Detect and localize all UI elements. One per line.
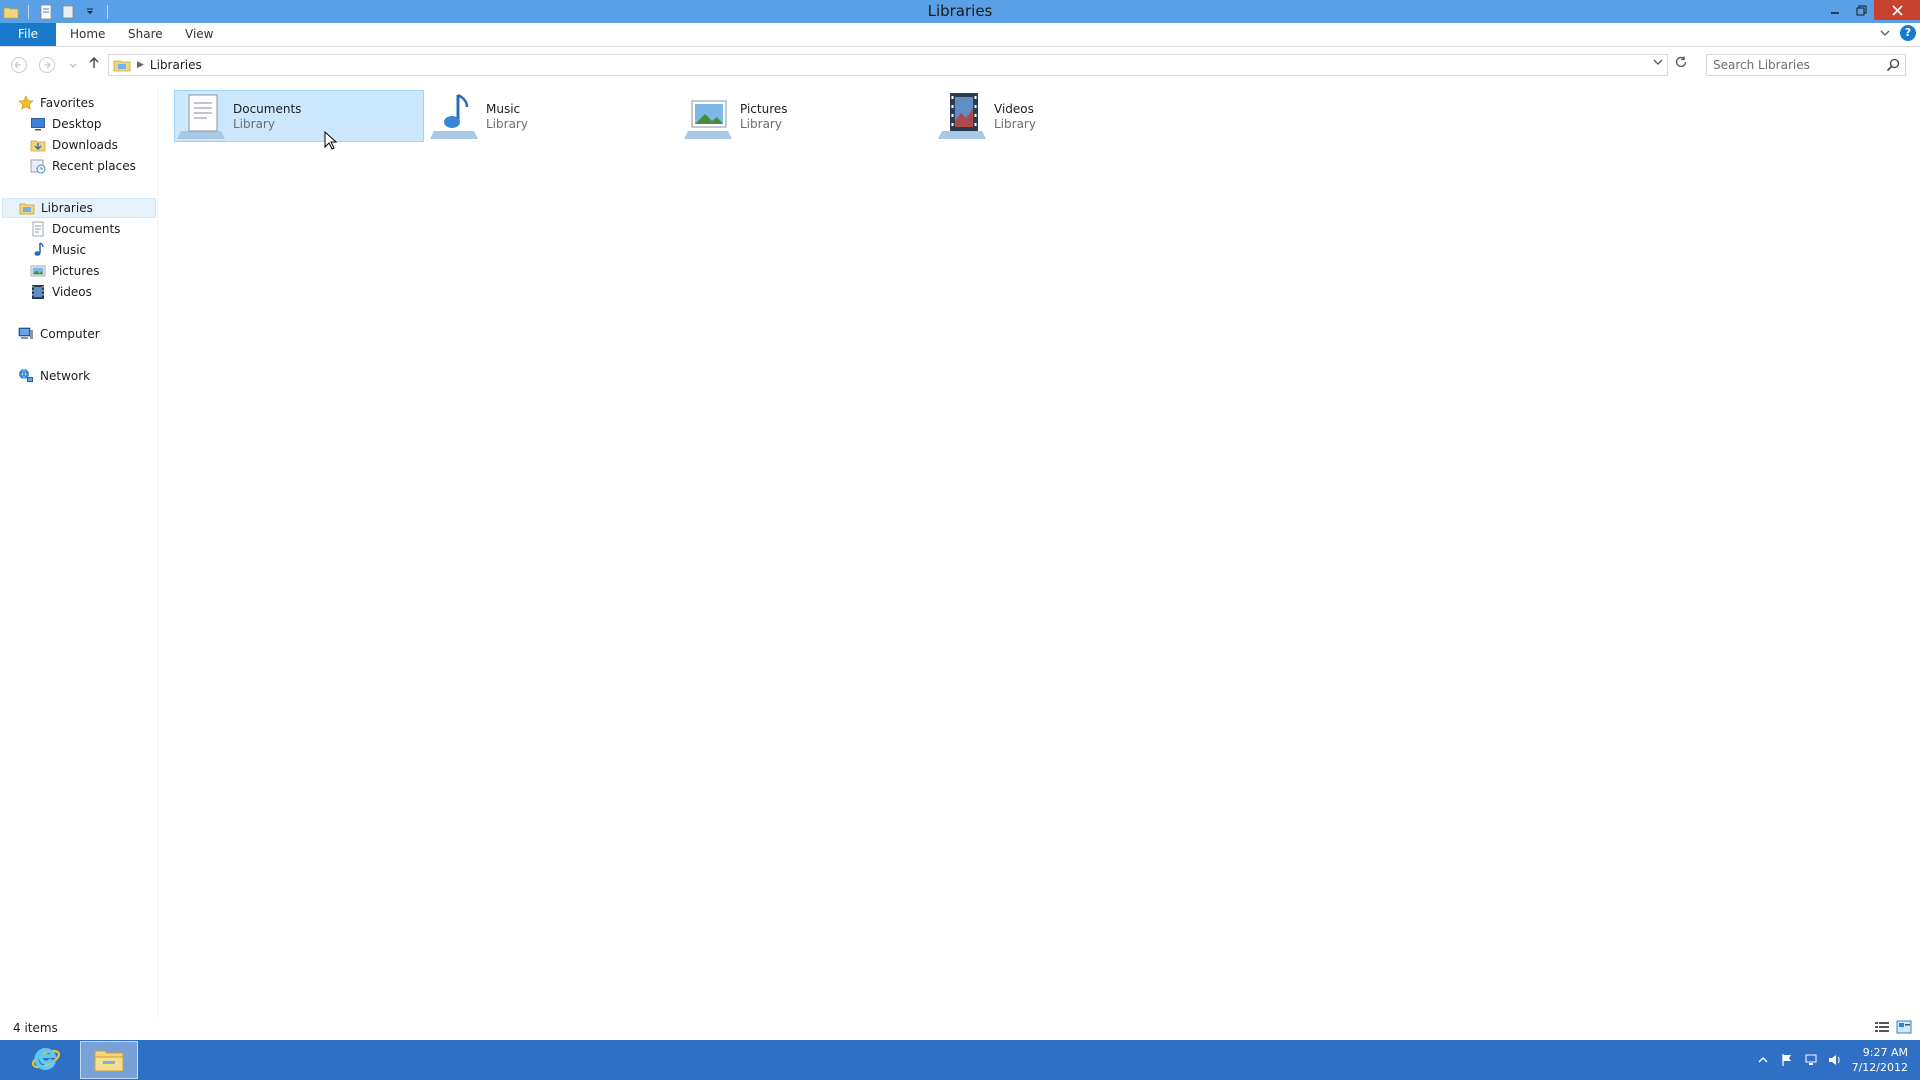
libraries-icon xyxy=(113,57,131,73)
nav-item-videos[interactable]: Videos xyxy=(30,282,92,302)
window-controls xyxy=(1822,0,1920,23)
nav-item-recent-places[interactable]: Recent places xyxy=(30,156,136,176)
clock-date: 7/12/2012 xyxy=(1851,1061,1908,1074)
item-name: Pictures xyxy=(740,101,788,116)
videos-icon xyxy=(30,284,46,300)
music-icon xyxy=(30,242,46,258)
nav-network[interactable]: Network xyxy=(18,366,90,386)
item-labels: Documents Library xyxy=(233,102,301,131)
search-input[interactable] xyxy=(1707,55,1877,75)
item-type: Library xyxy=(740,116,782,131)
search-icon[interactable] xyxy=(1885,57,1901,73)
network-icon xyxy=(18,368,34,384)
downloads-icon xyxy=(30,137,46,153)
documents-library-icon xyxy=(177,91,229,141)
file-explorer-icon xyxy=(93,1045,125,1076)
taskbar-file-explorer[interactable] xyxy=(80,1041,138,1079)
toolbar-separator xyxy=(107,4,108,19)
nav-libraries[interactable]: Libraries xyxy=(2,198,156,218)
taskbar: 9:27 AM 7/12/2012 xyxy=(0,1040,1920,1080)
library-item-pictures[interactable]: Pictures Library xyxy=(682,90,932,142)
pictures-library-icon xyxy=(684,91,736,141)
item-type: Library xyxy=(486,116,528,131)
view-buttons xyxy=(1874,1020,1912,1034)
item-name: Videos xyxy=(994,101,1034,116)
library-item-documents[interactable]: Documents Library xyxy=(174,90,424,142)
recent-places-icon xyxy=(30,158,46,174)
up-button[interactable] xyxy=(85,56,103,74)
recent-locations-chevron-icon[interactable] xyxy=(64,56,82,74)
help-icon[interactable]: ? xyxy=(1900,25,1916,41)
breadcrumb-arrow-icon[interactable]: ▶ xyxy=(137,60,144,70)
back-button[interactable] xyxy=(10,56,28,74)
address-bar[interactable]: ▶ Libraries xyxy=(108,54,1668,76)
clock-time: 9:27 AM xyxy=(1862,1046,1908,1059)
action-center-flag-icon[interactable] xyxy=(1780,1053,1794,1067)
item-labels: Pictures Library xyxy=(740,102,788,131)
libraries-icon xyxy=(19,200,35,216)
show-hidden-icons-icon[interactable] xyxy=(1756,1053,1770,1067)
star-icon xyxy=(18,95,34,111)
customize-toolbar-chevron-icon[interactable] xyxy=(81,3,99,21)
tab-view[interactable]: View xyxy=(175,23,223,46)
pictures-icon xyxy=(30,263,46,279)
toolbar-separator xyxy=(28,4,29,19)
minimize-button[interactable] xyxy=(1822,0,1848,20)
documents-icon xyxy=(30,221,46,237)
videos-library-icon xyxy=(938,91,990,141)
new-folder-icon[interactable] xyxy=(59,3,77,21)
quick-access-toolbar xyxy=(0,0,112,23)
computer-icon xyxy=(18,326,34,342)
title-bar: Libraries xyxy=(0,0,1920,23)
address-dropdown-chevron-icon[interactable] xyxy=(1653,58,1663,69)
tab-home[interactable]: Home xyxy=(60,23,115,46)
properties-icon[interactable] xyxy=(37,3,55,21)
nav-item-music[interactable]: Music xyxy=(30,240,86,260)
nav-item-desktop[interactable]: Desktop xyxy=(30,114,102,134)
ribbon-right-controls: ? xyxy=(1880,25,1916,41)
taskbar-internet-explorer[interactable] xyxy=(20,1041,72,1079)
clock[interactable]: 9:27 AM 7/12/2012 xyxy=(1852,1045,1908,1075)
navigation-pane: Favorites Desktop Downloads Recent place… xyxy=(0,88,158,1020)
file-list: Documents Library Music Library Pictures… xyxy=(160,88,1920,1020)
window-title: Libraries xyxy=(927,2,993,20)
nav-item-pictures[interactable]: Pictures xyxy=(30,261,100,281)
network-status-icon[interactable] xyxy=(1804,1053,1818,1067)
refresh-button[interactable] xyxy=(1670,54,1692,76)
tab-share[interactable]: Share xyxy=(118,23,173,46)
folder-icon[interactable] xyxy=(2,3,20,21)
large-icons-view-icon[interactable] xyxy=(1896,1020,1912,1034)
search-box xyxy=(1706,54,1906,76)
expand-ribbon-chevron-icon[interactable] xyxy=(1880,26,1890,40)
item-name: Documents xyxy=(233,101,302,116)
breadcrumb-libraries[interactable]: Libraries xyxy=(150,58,202,72)
item-labels: Music Library xyxy=(486,102,528,131)
item-name: Music xyxy=(486,101,521,116)
nav-item-downloads[interactable]: Downloads xyxy=(30,135,118,155)
ribbon-tabs: File Home Share View ? xyxy=(0,23,1920,47)
forward-button[interactable] xyxy=(38,56,56,74)
item-type: Library xyxy=(233,116,275,131)
nav-item-documents[interactable]: Documents xyxy=(30,219,120,239)
system-tray: 9:27 AM 7/12/2012 xyxy=(1756,1040,1908,1080)
close-button[interactable] xyxy=(1874,0,1920,20)
item-type: Library xyxy=(994,116,1036,131)
restore-button[interactable] xyxy=(1848,0,1874,20)
mouse-cursor-icon xyxy=(324,131,338,150)
details-view-icon[interactable] xyxy=(1874,1020,1890,1034)
volume-icon[interactable] xyxy=(1828,1053,1842,1067)
internet-explorer-icon xyxy=(30,1044,62,1077)
library-item-music[interactable]: Music Library xyxy=(428,90,678,142)
status-bar: 4 items xyxy=(0,1018,1920,1038)
music-library-icon xyxy=(430,91,482,141)
item-labels: Videos Library xyxy=(994,102,1036,131)
library-item-videos[interactable]: Videos Library xyxy=(936,90,1186,142)
tab-file[interactable]: File xyxy=(0,23,56,46)
nav-computer[interactable]: Computer xyxy=(18,324,100,344)
item-count: 4 items xyxy=(13,1021,58,1035)
desktop-icon xyxy=(30,116,46,132)
nav-favorites[interactable]: Favorites xyxy=(18,93,94,113)
address-row: ▶ Libraries xyxy=(0,48,1920,80)
